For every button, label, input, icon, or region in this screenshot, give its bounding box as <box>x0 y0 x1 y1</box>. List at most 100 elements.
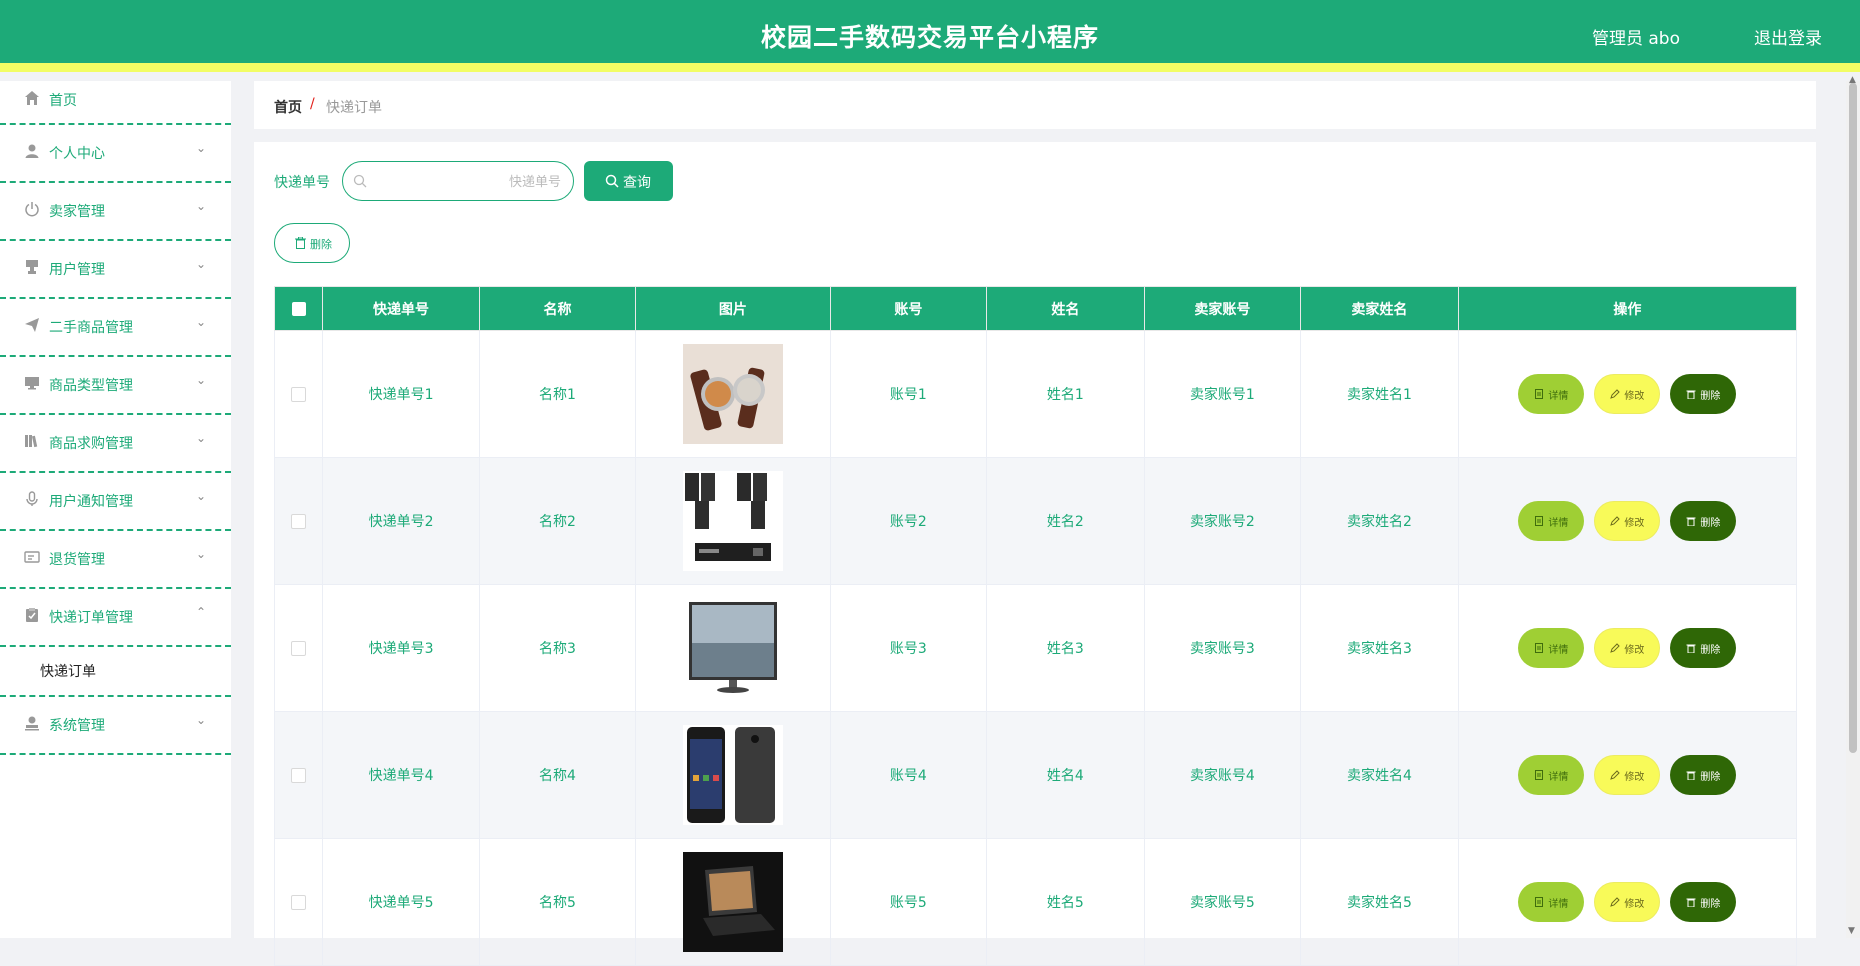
search-icon <box>353 174 367 188</box>
monitor-icon <box>25 377 39 390</box>
watch-image[interactable] <box>682 344 783 444</box>
column-header: 卖家账号 <box>1143 286 1302 331</box>
cell-seller-account: 卖家账号4 <box>1143 711 1302 839</box>
power-icon <box>25 202 39 217</box>
detail-button-label: 详情 <box>1548 517 1569 529</box>
edit-button[interactable]: 修改 <box>1594 374 1661 414</box>
delete-button-label: 删除 <box>1700 771 1721 783</box>
cell-actions: 详情 修改 删除 <box>1457 457 1798 585</box>
sidebar-item-express-order-management[interactable]: 快递订单管理 ⌃ <box>0 589 231 647</box>
sidebar-item-label: 用户管理 <box>49 262 105 278</box>
row-checkbox[interactable] <box>291 767 307 783</box>
pencil-icon <box>1610 389 1621 399</box>
detail-button[interactable]: 详情 <box>1518 882 1585 922</box>
chevron-down-icon: ⌄ <box>196 489 207 503</box>
edit-button-label: 修改 <box>1624 771 1645 783</box>
cell-actions: 详情 修改 删除 <box>1457 711 1798 839</box>
batch-delete-label: 删除 <box>310 238 332 251</box>
sidebar-item-label: 卖家管理 <box>49 204 105 220</box>
sidebar-item-personal-center[interactable]: 个人中心 ⌄ <box>0 125 231 183</box>
select-all-checkbox[interactable] <box>291 301 306 316</box>
edit-button[interactable]: 修改 <box>1594 882 1661 922</box>
column-header: 姓名 <box>986 286 1145 331</box>
logout-link[interactable]: 退出登录 <box>1754 24 1822 49</box>
laptop-image[interactable] <box>682 852 783 952</box>
table-row: 快递单号2 名称2 账号2 姓名2 卖家账号2 卖家姓名2 详情 修改 删除 <box>273 457 1798 585</box>
edit-button-label: 修改 <box>1624 898 1645 910</box>
delete-button[interactable]: 删除 <box>1670 755 1737 795</box>
sidebar-item-secondhand-goods[interactable]: 二手商品管理 ⌄ <box>0 299 231 357</box>
cell-express-no: 快递单号5 <box>322 838 480 966</box>
cell-image <box>635 838 831 966</box>
sidebar-item-system-management[interactable]: 系统管理 ⌄ <box>0 697 231 755</box>
search-input[interactable] <box>373 168 563 196</box>
trash-icon <box>1686 644 1696 653</box>
stamp-icon <box>26 260 38 274</box>
phone-image[interactable] <box>682 725 783 825</box>
sidebar-item-goods-type[interactable]: 商品类型管理 ⌄ <box>0 357 231 415</box>
cell-account: 账号5 <box>829 838 988 966</box>
vertical-scrollbar[interactable]: ▲ ▼ <box>1846 75 1860 938</box>
sidebar-item-home[interactable]: 首页 <box>0 81 231 125</box>
cell-account: 账号2 <box>829 457 988 585</box>
detail-button[interactable]: 详情 <box>1518 755 1585 795</box>
row-checkbox[interactable] <box>291 513 307 529</box>
document-icon <box>1535 897 1544 907</box>
sidebar-item-label: 快递订单管理 <box>49 610 133 626</box>
detail-button-label: 详情 <box>1548 644 1569 656</box>
column-header: 账号 <box>829 286 988 331</box>
cell-name: 名称2 <box>478 457 637 585</box>
scrollbar-thumb[interactable] <box>1849 83 1857 753</box>
delete-button[interactable]: 删除 <box>1670 501 1737 541</box>
app-title: 校园二手数码交易平台小程序 <box>760 23 1099 52</box>
edit-button[interactable]: 修改 <box>1594 628 1661 668</box>
microphone-icon <box>26 491 38 506</box>
detail-button[interactable]: 详情 <box>1518 501 1585 541</box>
batch-delete-button[interactable]: 删除 <box>274 223 350 263</box>
sidebar-item-label: 个人中心 <box>49 146 105 162</box>
monitor-image[interactable] <box>682 598 783 698</box>
row-checkbox[interactable] <box>291 640 307 656</box>
row-checkbox[interactable] <box>291 894 307 910</box>
chevron-down-icon: ⌄ <box>196 141 207 155</box>
detail-button-label: 详情 <box>1548 898 1569 910</box>
sidebar-item-goods-wanted[interactable]: 商品求购管理 ⌄ <box>0 415 231 473</box>
select-all-checkbox-cell[interactable] <box>273 286 324 331</box>
cell-image <box>635 330 831 458</box>
speaker-image[interactable] <box>682 471 783 571</box>
search-button[interactable]: 查询 <box>584 161 673 201</box>
edit-button[interactable]: 修改 <box>1594 755 1661 795</box>
table-row: 快递单号4 名称4 账号4 姓名4 卖家账号4 卖家姓名4 详情 修改 删除 <box>273 711 1798 839</box>
delete-button[interactable]: 删除 <box>1670 628 1737 668</box>
edit-button[interactable]: 修改 <box>1594 501 1661 541</box>
cell-name: 名称4 <box>478 711 637 839</box>
sidebar-item-return-management[interactable]: 退货管理 ⌄ <box>0 531 231 589</box>
detail-button[interactable]: 详情 <box>1518 374 1585 414</box>
pencil-icon <box>1610 516 1621 526</box>
cell-account: 账号1 <box>829 330 988 458</box>
sidebar-subitem-express-order[interactable]: 快递订单 <box>0 647 231 697</box>
sidebar-item-seller-management[interactable]: 卖家管理 ⌄ <box>0 183 231 241</box>
table-header-row: 快递单号 名称 图片 账号 姓名 卖家账号 卖家姓名 操作 <box>273 286 1798 331</box>
chevron-down-icon: ⌄ <box>196 257 207 271</box>
delete-button[interactable]: 删除 <box>1670 374 1737 414</box>
sidebar-item-label: 二手商品管理 <box>49 320 133 336</box>
row-checkbox[interactable] <box>291 386 307 402</box>
breadcrumb-home[interactable]: 首页 <box>274 97 302 117</box>
trash-icon <box>1686 771 1696 780</box>
chevron-down-icon: ⌄ <box>196 547 207 561</box>
delete-button[interactable]: 删除 <box>1670 882 1737 922</box>
table-row: 快递单号3 名称3 账号3 姓名3 卖家账号3 卖家姓名3 详情 修改 删除 <box>273 584 1798 712</box>
sidebar-item-user-management[interactable]: 用户管理 ⌄ <box>0 241 231 299</box>
search-input-wrapper[interactable] <box>342 161 574 201</box>
document-icon <box>1535 389 1544 399</box>
breadcrumb: 首页 / 快递订单 <box>254 81 1816 129</box>
card-icon <box>24 551 40 563</box>
cell-image <box>635 584 831 712</box>
scroll-down-icon[interactable]: ▼ <box>1848 926 1855 936</box>
sidebar-item-user-notice[interactable]: 用户通知管理 ⌄ <box>0 473 231 531</box>
cell-image <box>635 711 831 839</box>
cell-image <box>635 457 831 585</box>
detail-button[interactable]: 详情 <box>1518 628 1585 668</box>
cell-express-no: 快递单号4 <box>322 711 480 839</box>
